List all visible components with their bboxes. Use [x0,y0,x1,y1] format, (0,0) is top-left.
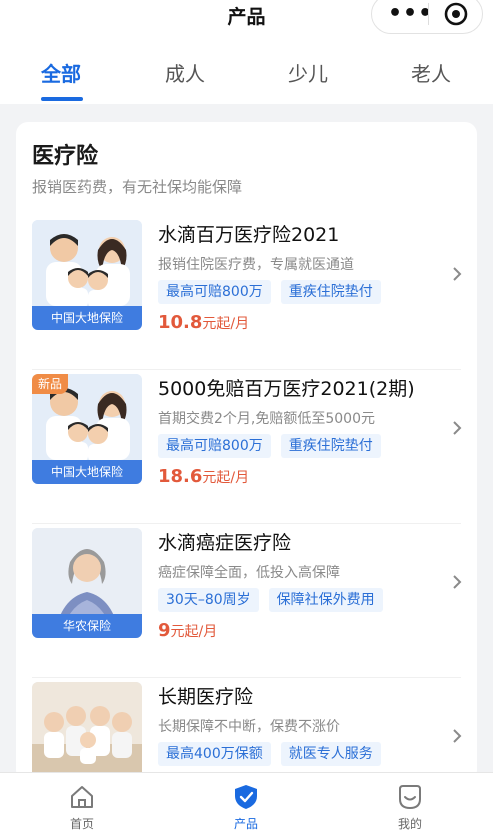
divider [32,369,461,370]
top-bar: 产品 ••• 全部 成人 少儿 老人 [0,0,493,104]
shield-icon [235,785,257,809]
price-value: 10.8 [158,312,203,333]
product-tag: 重疾住院垫付 [280,434,381,458]
category-tabs: 全部 成人 少儿 老人 [0,58,493,98]
family-photo-icon [32,682,142,782]
product-image: 中国大地保险 [32,220,142,330]
insurer-label: 中国大地保险 [32,306,142,330]
nav-products[interactable]: 产品 [206,783,286,832]
product-image: 华农保险 [32,528,142,638]
product-description: 癌症保障全面，低投入高保障 [158,565,340,581]
chevron-right-icon[interactable] [451,266,463,282]
tab-adult[interactable]: 成人 [145,58,225,87]
product-name: 5000免赔百万医疗2021(2期) [158,378,415,400]
medical-insurance-section: 医疗险 报销医药费，有无社保均能保障 中国大地保险 水滴百万医疗险2021 报销… [16,122,477,782]
home-icon [71,786,93,808]
product-description: 报销住院医疗费，专属就医通道 [158,257,354,273]
product-card[interactable]: 新品 中国大地保险 5000免赔百万医疗2021(2期) 首期交费2个月,免赔额… [16,374,477,524]
nav-mine[interactable]: 我的 [370,783,450,832]
capsule-divider [428,3,429,25]
product-card[interactable]: 中国大地保险 水滴百万医疗险2021 报销住院医疗费，专属就医通道 最高可赔80… [16,220,477,370]
nav-home[interactable]: 首页 [42,783,122,832]
product-price: 9元起/月 [158,620,217,641]
price-value: 9 [158,620,171,641]
product-description: 首期交费2个月,免赔额低至5000元 [158,411,375,427]
close-target-icon[interactable] [443,1,469,27]
product-tag: 就医专人服务 [280,742,381,766]
product-description: 长期保障不中断，保费不涨价 [158,719,340,735]
product-image [32,682,142,782]
product-tag: 最高可赔800万 [158,434,271,458]
insurer-label: 中国大地保险 [32,460,142,484]
product-image: 新品 中国大地保险 [32,374,142,484]
tab-child[interactable]: 少儿 [268,58,348,87]
product-tags: 30天–80周岁 保障社保外费用 [158,588,393,612]
bottom-nav: 首页 产品 我的 [0,772,493,836]
nav-label: 我的 [397,817,422,831]
product-tags: 最高可赔800万 重疾住院垫付 [158,280,391,304]
product-card[interactable]: 华农保险 水滴癌症医疗险 癌症保障全面，低投入高保障 30天–80周岁 保障社保外… [16,528,477,678]
divider [32,677,461,678]
product-name: 长期医疗险 [158,686,254,708]
product-price: 18.6元起/月 [158,466,249,487]
product-tag: 重疾住院垫付 [280,280,381,304]
product-tag: 保障社保外费用 [268,588,383,612]
product-tag: 30天–80周岁 [158,588,259,612]
price-value: 18.6 [158,466,203,487]
section-title: 医疗险 [32,144,99,169]
divider [32,523,461,524]
smile-icon [399,785,421,810]
product-tag: 最高400万保额 [158,742,271,766]
new-badge: 新品 [32,374,69,394]
product-tag: 最高可赔800万 [158,280,271,304]
product-price: 10.8元起/月 [158,312,249,333]
product-card[interactable]: 长期医疗险 长期保障不中断，保费不涨价 最高400万保额 就医专人服务 [16,682,477,782]
chevron-right-icon[interactable] [451,420,463,436]
product-name: 水滴癌症医疗险 [158,532,292,554]
product-tags: 最高400万保额 就医专人服务 [158,742,391,766]
mini-program-capsule: ••• [371,0,483,34]
product-name: 水滴百万医疗险2021 [158,224,340,246]
chevron-right-icon[interactable] [451,574,463,590]
product-tags: 最高可赔800万 重疾住院垫付 [158,434,391,458]
price-unit: 元起/月 [170,624,218,640]
active-tab-indicator [41,97,83,101]
section-subtitle: 报销医药费，有无社保均能保障 [32,178,243,196]
tab-senior[interactable]: 老人 [391,58,471,87]
nav-label: 首页 [69,817,94,831]
nav-label: 产品 [233,817,258,831]
price-unit: 元起/月 [202,316,250,332]
more-icon[interactable]: ••• [388,3,433,25]
price-unit: 元起/月 [202,470,250,486]
chevron-right-icon[interactable] [451,728,463,744]
insurer-label: 华农保险 [32,614,142,638]
tab-all[interactable]: 全部 [21,58,101,87]
